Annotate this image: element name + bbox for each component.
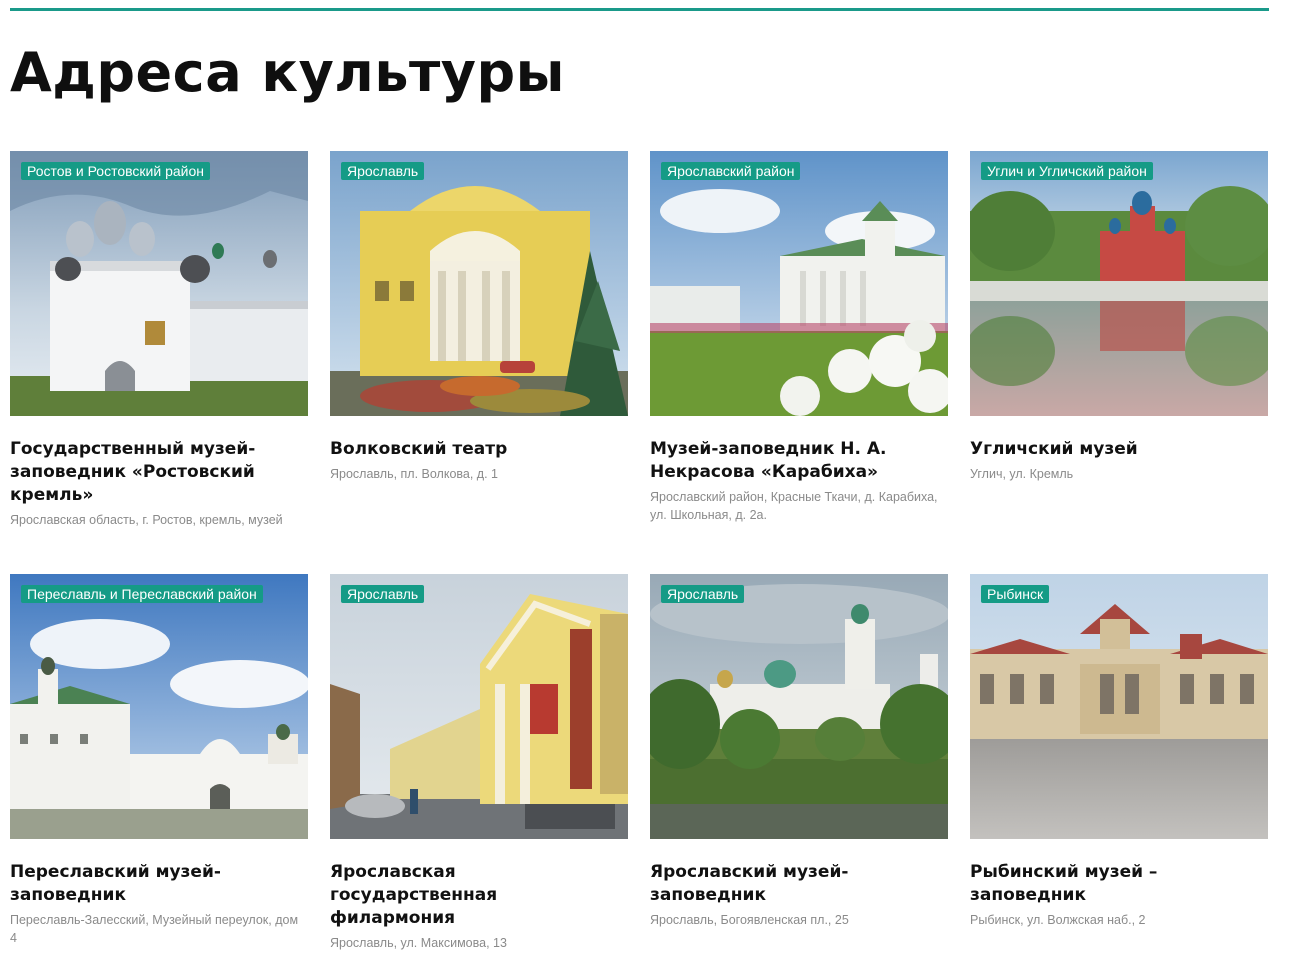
card-address: Ярославль, ул. Максимова, 13 bbox=[330, 936, 507, 950]
card-address: Рыбинск, ул. Волжская наб., 2 bbox=[970, 913, 1146, 927]
card-title[interactable]: Рыбинский музей – заповедник bbox=[970, 861, 1260, 907]
karabikha-estate-photo bbox=[650, 151, 948, 416]
card-title[interactable]: Переславский музей-заповедник bbox=[10, 861, 300, 907]
region-tag[interactable]: Ростов и Ростовский район bbox=[21, 162, 210, 180]
card-address: Переславль-Залесский, Музейный переулок,… bbox=[10, 913, 299, 945]
card-volkov-theatre[interactable]: Ярославль Волковский театр Ярославль, пл… bbox=[330, 151, 628, 574]
card-image[interactable]: Ярославский район bbox=[650, 151, 948, 416]
region-tag[interactable]: Рыбинск bbox=[981, 585, 1050, 603]
card-title[interactable]: Ярославский музей-заповедник bbox=[650, 861, 940, 907]
card-karabikha[interactable]: Ярославский район Музей-заповедник Н. А.… bbox=[650, 151, 948, 574]
region-tag[interactable]: Углич и Угличский район bbox=[981, 162, 1153, 180]
region-tag[interactable]: Ярославль bbox=[661, 585, 745, 603]
card-address: Ярославская область, г. Ростов, кремль, … bbox=[10, 513, 283, 527]
card-image[interactable]: Углич и Угличский район bbox=[970, 151, 1268, 416]
pereslavl-monastery-photo bbox=[10, 574, 308, 839]
philharmonic-street-photo bbox=[330, 574, 628, 839]
culture-cards-grid: Ростов и Ростовский район Государственны… bbox=[10, 151, 1270, 980]
rybinsk-exchange-photo bbox=[970, 574, 1268, 839]
card-address: Ярославль, Богоявленская пл., 25 bbox=[650, 913, 849, 927]
card-address: Ярославский район, Красные Ткачи, д. Кар… bbox=[650, 490, 938, 522]
card-image[interactable]: Ярославль bbox=[330, 151, 628, 416]
region-tag[interactable]: Ярославль bbox=[341, 585, 425, 603]
card-title[interactable]: Угличский музей bbox=[970, 438, 1260, 461]
page-title: Адреса культуры bbox=[10, 41, 565, 104]
card-rostov-kremlin[interactable]: Ростов и Ростовский район Государственны… bbox=[10, 151, 308, 574]
yaroslavl-monastery-photo bbox=[650, 574, 948, 839]
region-tag[interactable]: Ярославль bbox=[341, 162, 425, 180]
card-uglich[interactable]: Углич и Угличский район Угличский музей … bbox=[970, 151, 1268, 574]
card-image[interactable]: Переславль и Переславский район bbox=[10, 574, 308, 839]
rostov-kremlin-photo bbox=[10, 151, 308, 416]
card-address: Ярославль, пл. Волкова, д. 1 bbox=[330, 467, 498, 481]
card-yaroslavl-museum[interactable]: Ярославль Ярославский музей-заповедник Я… bbox=[650, 574, 948, 980]
card-pereslavl[interactable]: Переславль и Переславский район Переслав… bbox=[10, 574, 308, 980]
card-title[interactable]: Музей-заповедник Н. А. Некрасова «Караби… bbox=[650, 438, 940, 484]
card-title[interactable]: Государственный музей-заповедник «Ростов… bbox=[10, 438, 300, 507]
card-image[interactable]: Ярославль bbox=[330, 574, 628, 839]
card-title[interactable]: Ярославская государственная филармония bbox=[330, 861, 620, 930]
card-image[interactable]: Рыбинск bbox=[970, 574, 1268, 839]
uglich-church-photo bbox=[970, 151, 1268, 416]
card-title[interactable]: Волковский театр bbox=[330, 438, 620, 461]
card-image[interactable]: Ярославль bbox=[650, 574, 948, 839]
region-tag[interactable]: Ярославский район bbox=[661, 162, 801, 180]
volkov-theatre-photo bbox=[330, 151, 628, 416]
card-philharmonic[interactable]: Ярославль Ярославская государственная фи… bbox=[330, 574, 628, 980]
top-divider bbox=[10, 8, 1269, 11]
region-tag[interactable]: Переславль и Переславский район bbox=[21, 585, 263, 603]
card-rybinsk[interactable]: Рыбинск Рыбинский музей – заповедник Рыб… bbox=[970, 574, 1268, 980]
card-image[interactable]: Ростов и Ростовский район bbox=[10, 151, 308, 416]
card-address: Углич, ул. Кремль bbox=[970, 467, 1074, 481]
